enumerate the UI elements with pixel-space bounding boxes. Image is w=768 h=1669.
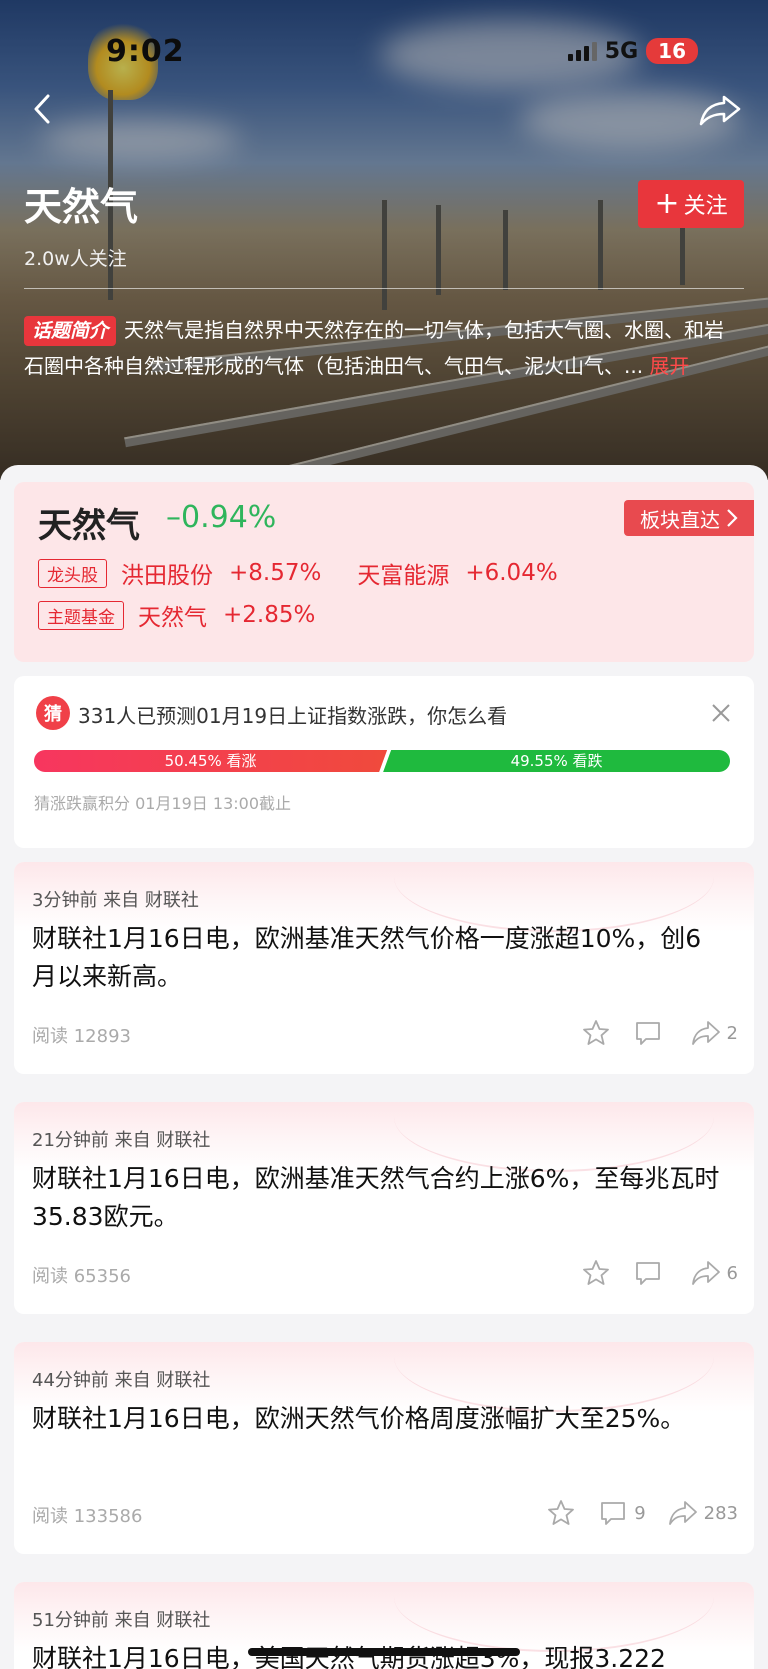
sector-name: 天然气 [38, 506, 140, 546]
status-time: 9:02 [106, 34, 185, 69]
leader-stock-change: +8.57% [229, 560, 322, 586]
fund-change: +2.85% [223, 602, 316, 628]
vote-down-button[interactable]: 49.55% 看跌 [383, 750, 730, 772]
header-banner [0, 0, 768, 480]
news-meta: 51分钟前 来自 财联社 [32, 1610, 211, 1631]
share-icon[interactable] [698, 94, 742, 126]
prediction-note: 猜涨跌赢积分 01月19日 13:00截止 [34, 794, 292, 813]
share-count: 6 [726, 1262, 738, 1284]
news-body[interactable]: 财联社1月16日电，欧洲基准天然气合约上涨6%，至每兆瓦时35.83欧元。 [32, 1160, 724, 1236]
prediction-bar: 50.45% 看涨 49.55% 看跌 [34, 750, 734, 772]
share-count: 2 [726, 1022, 738, 1044]
news-card[interactable]: 3分钟前 来自 财联社 财联社1月16日电，欧洲基准天然气价格一度涨超10%，创… [14, 862, 754, 1074]
chevron-right-icon [727, 509, 738, 527]
share-button[interactable]: 2 [691, 1018, 738, 1048]
prediction-card: 猜 331人已预测01月19日上证指数涨跌，你怎么看 50.45% 看涨 49.… [14, 676, 754, 848]
comment-icon [601, 1502, 626, 1525]
intro-tag: 话题简介 [24, 316, 117, 346]
leader-badge: 龙头股 [38, 558, 107, 588]
theme-fund-row: 主题基金 天然气 +2.85% [38, 598, 315, 632]
back-icon[interactable] [30, 92, 56, 126]
home-indicator [248, 1648, 520, 1656]
read-count: 阅读 65356 [32, 1266, 131, 1287]
status-indicators: 5G 16 [567, 38, 698, 64]
star-icon [582, 1260, 609, 1285]
plus-icon: + [654, 186, 680, 221]
follow-button[interactable]: + 关注 [638, 180, 744, 228]
comment-button[interactable] [633, 1018, 669, 1048]
follow-button-label: 关注 [683, 194, 728, 219]
battery-icon: 16 [646, 38, 698, 64]
news-body[interactable]: 财联社1月16日电，欧洲基准天然气价格一度涨超10%，创6月以来新高。 [32, 920, 724, 996]
news-card[interactable]: 44分钟前 来自 财联社 财联社1月16日电，欧洲天然气价格周度涨幅扩大至25%… [14, 1342, 754, 1554]
share-icon [691, 1021, 720, 1045]
sector-change: –0.94% [166, 500, 277, 535]
share-icon [668, 1501, 697, 1525]
fund-badge: 主题基金 [38, 600, 124, 630]
news-card[interactable]: 21分钟前 来自 财联社 财联社1月16日电，欧洲基准天然气合约上涨6%，至每兆… [14, 1102, 754, 1314]
comment-button[interactable] [633, 1258, 669, 1288]
comment-button[interactable]: 9 [598, 1498, 646, 1528]
guess-icon: 猜 [36, 696, 70, 730]
follower-count: 2.0w人关注 [24, 248, 127, 270]
sector-direct-button[interactable]: 板块直达 [624, 500, 754, 536]
star-icon [548, 1500, 575, 1525]
share-button[interactable]: 283 [668, 1498, 738, 1528]
expand-link[interactable]: 展开 [649, 354, 689, 378]
vote-up-button[interactable]: 50.45% 看涨 [34, 750, 387, 772]
topic-intro: 话题简介 天然气是指自然界中天然存在的一切气体，包括大气圈、水圈、和岩石圈中各种自… [24, 312, 742, 384]
intro-text: 天然气是指自然界中天然存在的一切气体，包括大气圈、水圈、和岩石圈中各种自然过程形… [24, 318, 725, 378]
fund-name[interactable]: 天然气 [138, 598, 207, 632]
share-button[interactable]: 6 [691, 1258, 738, 1288]
news-meta: 44分钟前 来自 财联社 [32, 1370, 211, 1391]
prediction-question: 331人已预测01月19日上证指数涨跌，你怎么看 [78, 704, 508, 728]
read-count: 阅读 12893 [32, 1026, 131, 1047]
leader-stocks-row: 龙头股 洪田股份 +8.57% 天富能源 +6.04% [38, 556, 558, 590]
favorite-button[interactable] [581, 1018, 611, 1048]
comment-count: 9 [634, 1502, 646, 1524]
sector-direct-label: 板块直达 [640, 507, 720, 532]
favorite-button[interactable] [581, 1258, 611, 1288]
favorite-button[interactable] [546, 1498, 576, 1528]
sector-card[interactable]: 天然气 –0.94% 板块直达 龙头股 洪田股份 +8.57% 天富能源 +6.… [14, 482, 754, 662]
network-type: 5G [604, 38, 639, 64]
comment-icon [635, 1262, 660, 1285]
leader-stock-name[interactable]: 洪田股份 [121, 556, 213, 590]
news-body[interactable]: 财联社1月16日电，欧洲天然气价格周度涨幅扩大至25%。 [32, 1400, 724, 1438]
news-meta: 21分钟前 来自 财联社 [32, 1130, 211, 1151]
share-count: 283 [703, 1502, 738, 1524]
star-icon [582, 1020, 609, 1045]
read-count: 阅读 133586 [32, 1506, 143, 1527]
leader-stock-name[interactable]: 天富能源 [357, 556, 449, 590]
close-icon[interactable] [710, 702, 732, 724]
page-title: 天然气 [24, 185, 139, 229]
signal-icon [567, 41, 597, 61]
comment-icon [635, 1022, 660, 1045]
share-icon [691, 1261, 720, 1285]
divider [24, 288, 744, 289]
leader-stock-change: +6.04% [465, 560, 558, 586]
news-meta: 3分钟前 来自 财联社 [32, 890, 199, 911]
